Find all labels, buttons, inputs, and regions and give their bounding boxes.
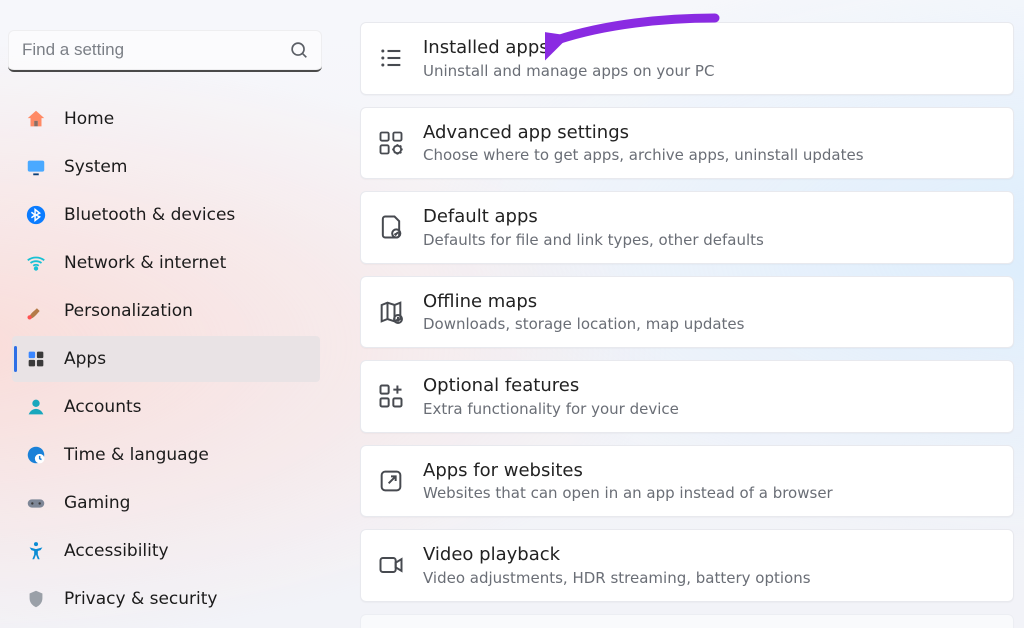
sidebar-item-label: Apps xyxy=(64,349,106,369)
sidebar-item-privacy[interactable]: Privacy & security xyxy=(12,576,320,622)
grid-plus-icon xyxy=(377,382,405,410)
search-box[interactable] xyxy=(8,30,322,72)
sidebar-item-time[interactable]: Time & language xyxy=(12,432,320,478)
card-subtitle: Choose where to get apps, archive apps, … xyxy=(423,146,995,164)
card-optional-features[interactable]: Optional features Extra functionality fo… xyxy=(360,360,1014,433)
card-subtitle: Extra functionality for your device xyxy=(423,400,995,418)
card-installed-apps[interactable]: Installed apps Uninstall and manage apps… xyxy=(360,22,1014,95)
sidebar-item-label: Privacy & security xyxy=(64,589,218,609)
card-title: Advanced app settings xyxy=(423,122,995,145)
system-icon xyxy=(24,155,48,179)
accessibility-icon xyxy=(24,539,48,563)
sidebar-item-label: Accessibility xyxy=(64,541,169,561)
app-layout: Home System Bluetooth & devices Network … xyxy=(0,12,1024,628)
sidebar-item-label: Accounts xyxy=(64,397,142,417)
card-video-playback[interactable]: Video playback Video adjustments, HDR st… xyxy=(360,529,1014,602)
sidebar-item-accessibility[interactable]: Accessibility xyxy=(12,528,320,574)
card-subtitle: Websites that can open in an app instead… xyxy=(423,484,995,502)
sidebar-item-accounts[interactable]: Accounts xyxy=(12,384,320,430)
sidebar-item-label: Personalization xyxy=(64,301,193,321)
sidebar-item-label: Gaming xyxy=(64,493,130,513)
card-title: Default apps xyxy=(423,206,995,229)
card-subtitle: Downloads, storage location, map updates xyxy=(423,315,995,333)
grid-gear-icon xyxy=(377,129,405,157)
paintbrush-icon xyxy=(24,299,48,323)
globe-clock-icon xyxy=(24,443,48,467)
sidebar-item-apps[interactable]: Apps xyxy=(12,336,320,382)
search-wrap xyxy=(6,30,326,82)
sidebar-item-gaming[interactable]: Gaming xyxy=(12,480,320,526)
card-subtitle: Video adjustments, HDR streaming, batter… xyxy=(423,569,995,587)
card-title: Apps for websites xyxy=(423,460,995,483)
card-offline-maps[interactable]: Offline maps Downloads, storage location… xyxy=(360,276,1014,349)
sidebar-item-network[interactable]: Network & internet xyxy=(12,240,320,286)
apps-icon xyxy=(24,347,48,371)
sidebar-item-label: Home xyxy=(64,109,114,129)
sidebar-item-home[interactable]: Home xyxy=(12,96,320,142)
card-startup[interactable]: Startup xyxy=(360,614,1014,628)
sidebar-item-label: Bluetooth & devices xyxy=(64,205,235,225)
map-download-icon xyxy=(377,298,405,326)
main-panel: Installed apps Uninstall and manage apps… xyxy=(330,12,1024,628)
card-apps-for-websites[interactable]: Apps for websites Websites that can open… xyxy=(360,445,1014,518)
settings-card-list: Installed apps Uninstall and manage apps… xyxy=(360,22,1014,628)
sidebar-item-label: System xyxy=(64,157,127,177)
sidebar-item-label: Network & internet xyxy=(64,253,226,273)
card-default-apps[interactable]: Default apps Defaults for file and link … xyxy=(360,191,1014,264)
titlebar-strip xyxy=(0,0,1024,12)
shield-icon xyxy=(24,587,48,611)
card-subtitle: Defaults for file and link types, other … xyxy=(423,231,995,249)
search-input[interactable] xyxy=(22,40,278,60)
bluetooth-icon xyxy=(24,203,48,227)
sidebar-item-personalization[interactable]: Personalization xyxy=(12,288,320,334)
wifi-icon xyxy=(24,251,48,275)
search-icon xyxy=(288,39,310,61)
list-icon xyxy=(377,44,405,72)
card-subtitle: Uninstall and manage apps on your PC xyxy=(423,62,995,80)
person-icon xyxy=(24,395,48,419)
sidebar-nav: Home System Bluetooth & devices Network … xyxy=(6,96,326,628)
gamepad-icon xyxy=(24,491,48,515)
sidebar-item-label: Time & language xyxy=(64,445,209,465)
video-icon xyxy=(377,551,405,579)
open-external-icon xyxy=(377,467,405,495)
card-advanced-app-settings[interactable]: Advanced app settings Choose where to ge… xyxy=(360,107,1014,180)
sidebar-item-windows-update[interactable]: Windows Update xyxy=(12,624,320,628)
card-title: Video playback xyxy=(423,544,995,567)
card-title: Installed apps xyxy=(423,37,995,60)
sidebar-item-bluetooth[interactable]: Bluetooth & devices xyxy=(12,192,320,238)
card-title: Offline maps xyxy=(423,291,995,314)
sidebar-item-system[interactable]: System xyxy=(12,144,320,190)
card-title: Optional features xyxy=(423,375,995,398)
sidebar: Home System Bluetooth & devices Network … xyxy=(0,12,330,628)
page-check-icon xyxy=(377,213,405,241)
home-icon xyxy=(24,107,48,131)
